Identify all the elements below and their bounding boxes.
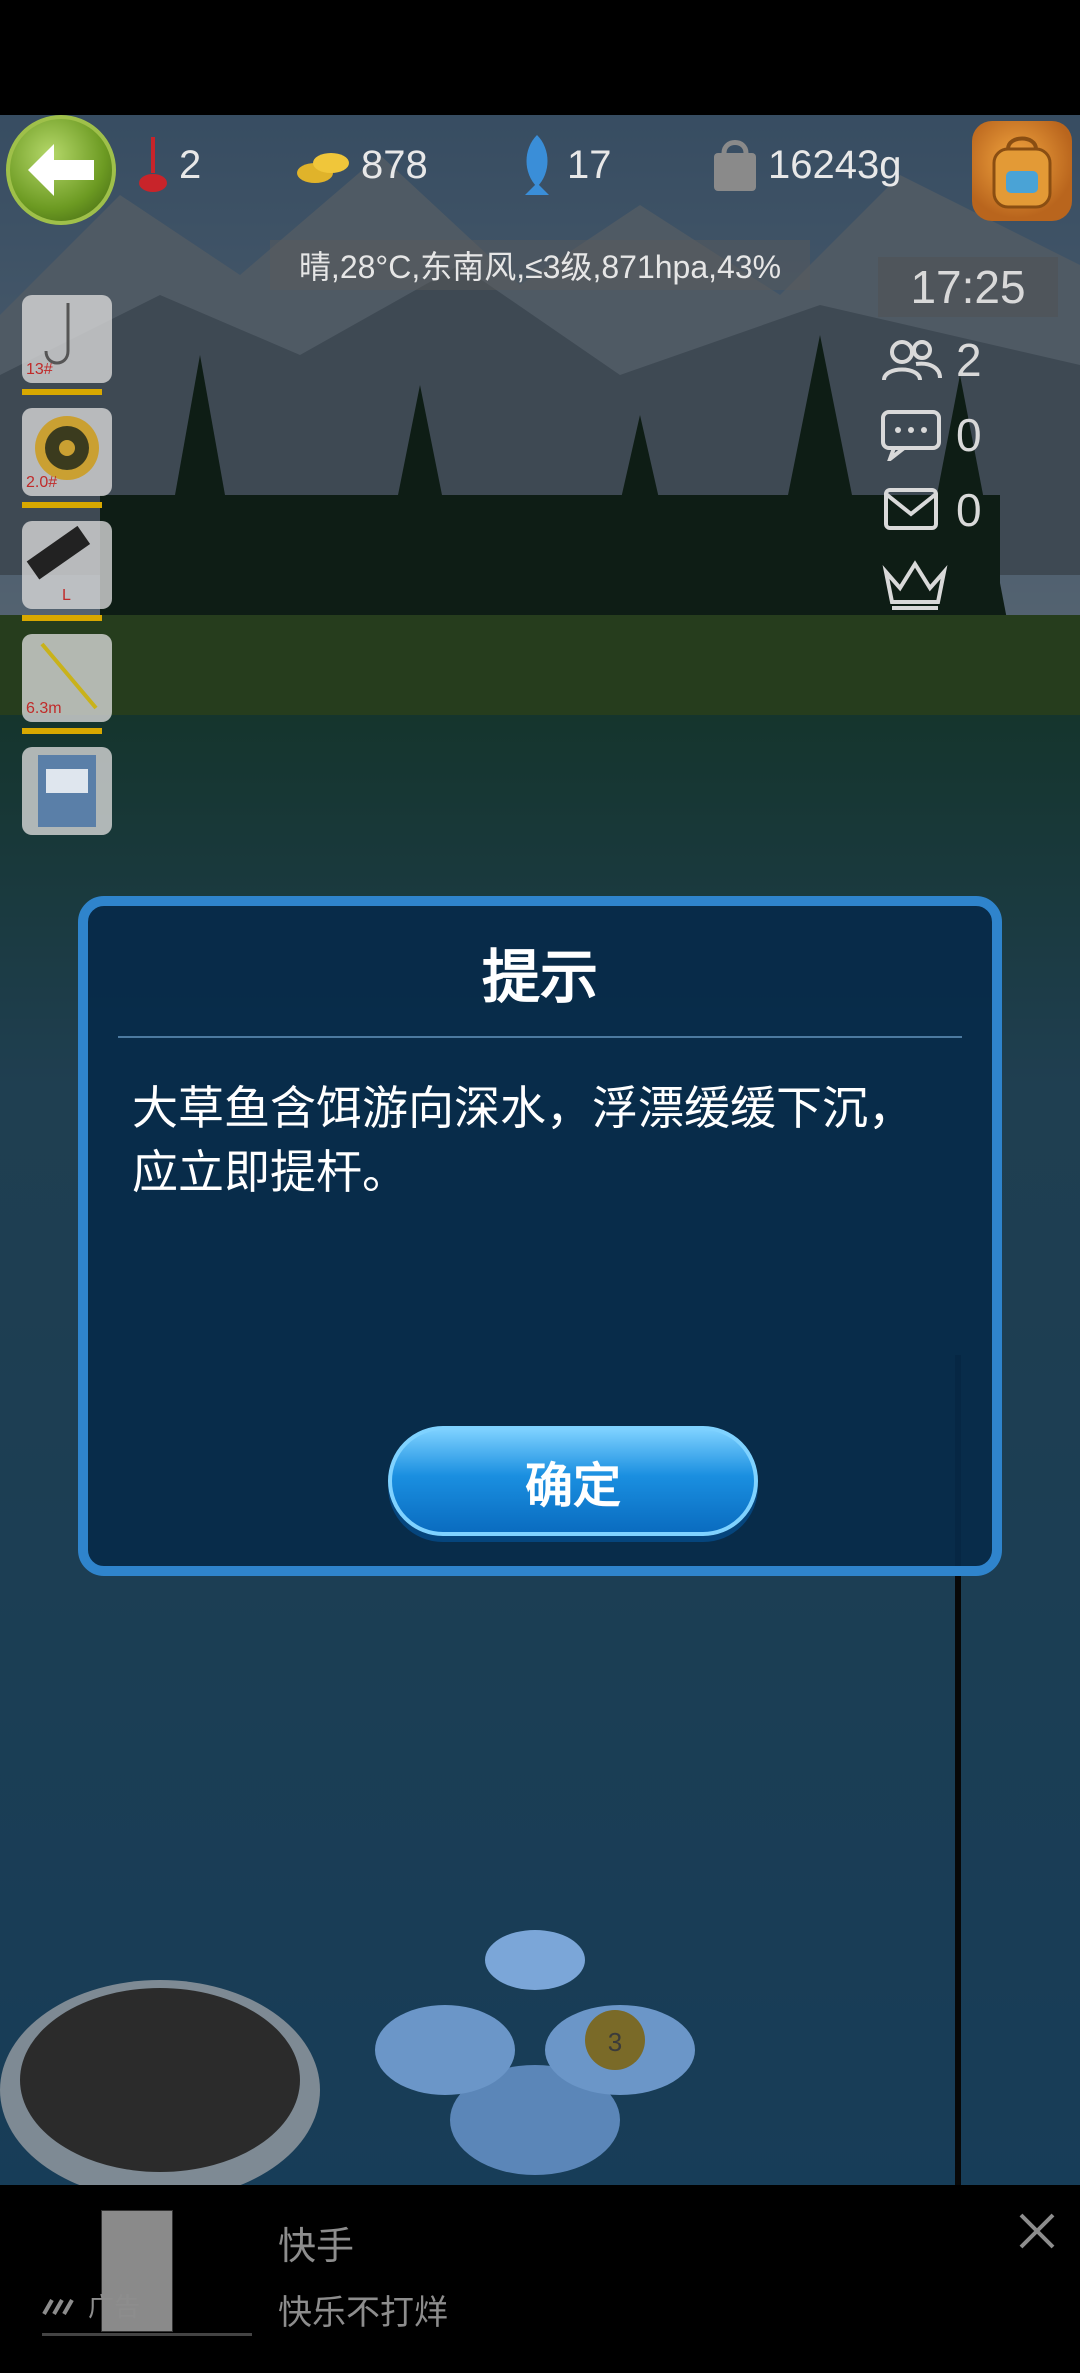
backpack-button[interactable]: [972, 121, 1072, 221]
chat-messages[interactable]: 0: [880, 405, 1060, 465]
status-bar: [0, 0, 1080, 115]
mail-value: 0: [956, 484, 982, 536]
ad-logo-icon: [42, 2298, 74, 2315]
backpack-icon: [992, 136, 1052, 209]
float-count-value: 2: [179, 142, 202, 187]
chat-messages-value: 0: [956, 409, 982, 461]
reel-durability-bar: [22, 615, 102, 621]
back-arrow-icon: [28, 144, 94, 196]
hint-dialog: 提示 大草鱼含饵游向深水，浮漂缓缓下沉，应立即提杆。 确定: [78, 896, 1002, 1576]
ad-label-text: 广告: [88, 2293, 141, 2323]
ad-subtitle: 快乐不打烊: [278, 2293, 448, 2333]
line-durability-bar: [22, 502, 102, 508]
fish-count: 17: [515, 135, 612, 195]
rod-length: 6.3m: [26, 700, 62, 717]
fish-count-value: 17: [567, 142, 612, 187]
close-icon[interactable]: [1015, 2209, 1059, 2253]
weight-icon: [714, 140, 756, 191]
top-hud: 2 878 17 16243g: [0, 115, 1080, 225]
crown-icon: [882, 560, 948, 610]
coin-count-value: 878: [361, 142, 428, 187]
hook-size: 13#: [26, 361, 53, 378]
fish-bucket[interactable]: [0, 1960, 330, 2185]
chat-icon: [881, 410, 941, 461]
confirm-button[interactable]: 确定: [388, 1426, 758, 1536]
catch-weight-value: 16243g: [768, 142, 902, 187]
ad-banner[interactable]: 广告 快手 快乐不打烊: [0, 2185, 1080, 2373]
catch-weight: 16243g: [710, 135, 901, 195]
bait-tray[interactable]: 3: [375, 1920, 705, 2185]
line-size: 2.0#: [26, 474, 58, 491]
rod-durability-bar: [22, 728, 102, 734]
online-players[interactable]: 2: [880, 330, 1060, 390]
weather-info: 晴,28°C,东南风,≤3级,871hpa,43%: [270, 240, 810, 290]
rod-slot[interactable]: 6.3m: [22, 634, 112, 722]
fish-icon: [525, 135, 549, 195]
mail-icon: [884, 488, 938, 530]
float-count: 2: [135, 135, 201, 195]
online-players-value: 2: [956, 334, 982, 386]
dialog-divider: [118, 1036, 962, 1038]
line-slot[interactable]: 2.0#: [22, 408, 112, 496]
back-button[interactable]: [6, 115, 116, 225]
dialog-message: 大草鱼含饵游向深水，浮漂缓缓下沉，应立即提杆。: [132, 1081, 914, 1199]
reel-size: L: [62, 587, 71, 604]
bait-pack-icon: [38, 755, 96, 827]
ad-label: 广告: [42, 2287, 140, 2324]
bait-slot[interactable]: [22, 747, 112, 835]
float-icon: [139, 137, 167, 192]
hook-slot[interactable]: 13#: [22, 295, 112, 383]
hook-durability-bar: [22, 389, 102, 395]
fishing-scene[interactable]: 2 878 17 16243g 晴,28°C,东南风,≤3级,871hpa,43…: [0, 115, 1080, 2185]
mail[interactable]: 0: [880, 480, 1060, 540]
game-clock: 17:25: [878, 257, 1058, 317]
reel-slot[interactable]: L: [22, 521, 112, 609]
bait-count: 3: [608, 2027, 622, 2057]
ad-title[interactable]: 快手: [278, 2215, 354, 2270]
ad-divider: [42, 2333, 252, 2336]
coins-icon: [297, 153, 349, 183]
players-icon: [882, 340, 942, 381]
coin-count: 878: [295, 135, 428, 195]
ranking-button[interactable]: [880, 555, 1060, 615]
dialog-title: 提示: [481, 943, 598, 1011]
